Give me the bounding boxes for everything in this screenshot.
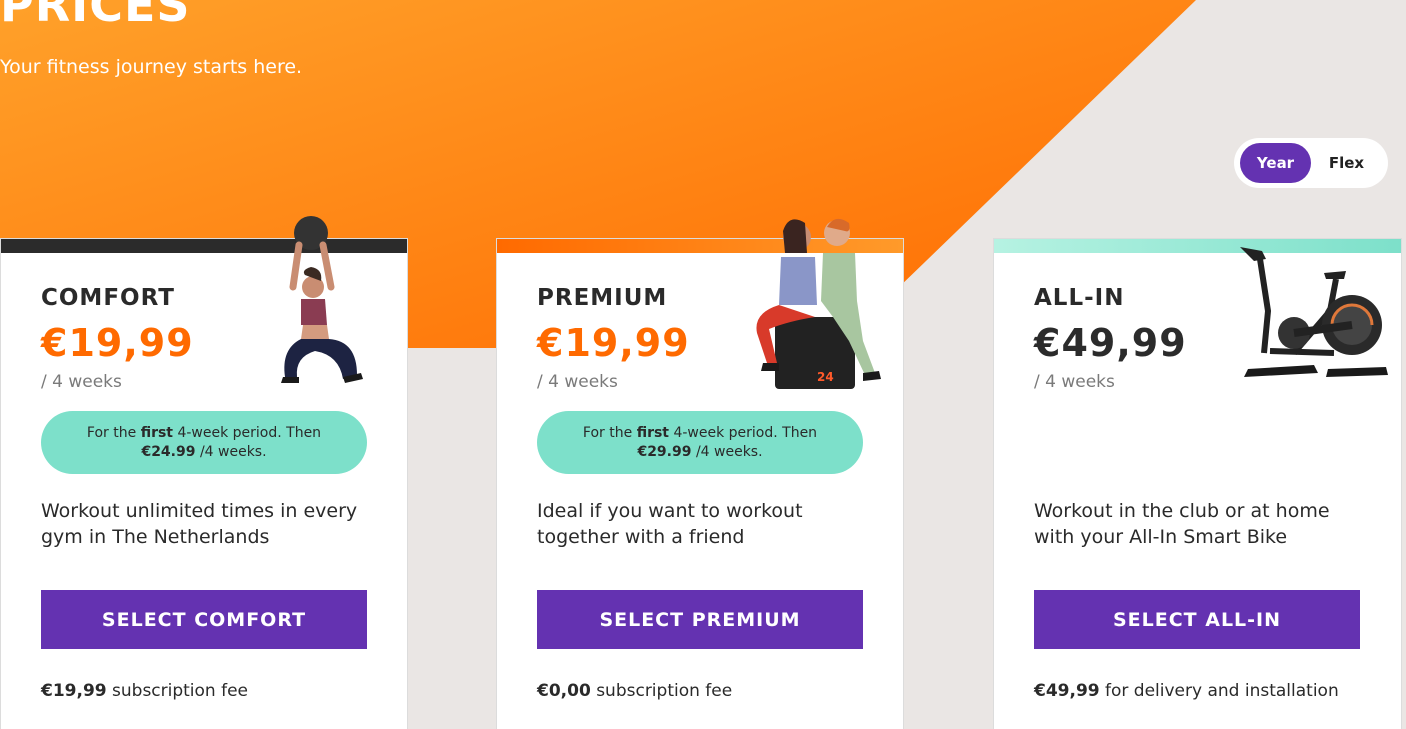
page-title: PRICES: [0, 0, 191, 32]
plan-price: €49,99: [1034, 321, 1187, 365]
plan-description: Workout unlimited times in every gym in …: [41, 500, 358, 548]
billing-toggle[interactable]: Year Flex: [1234, 138, 1388, 188]
plan-price: €19,99: [41, 321, 194, 365]
fee-amount: €0,00: [537, 681, 591, 701]
promo-badge: For the first 4-week period. Then €29.99…: [537, 411, 863, 474]
select-premium-button[interactable]: SELECT PREMIUM: [537, 590, 863, 649]
plan-name: PREMIUM: [537, 285, 668, 311]
box-label: 24: [817, 370, 834, 384]
plan-name: ALL-IN: [1034, 285, 1125, 311]
plan-fee: €0,00 subscription fee: [537, 681, 732, 701]
plan-card-all-in: ALL-IN €49,99 / 4 weeks Workout in the c…: [993, 238, 1402, 729]
plan-period: / 4 weeks: [1034, 372, 1115, 392]
fee-text: subscription fee: [596, 681, 733, 701]
promo-pre: For the: [86, 424, 137, 441]
toggle-flex[interactable]: Flex: [1311, 143, 1382, 183]
plan-fee: €49,99 for delivery and installation: [1034, 681, 1339, 701]
select-all-in-button[interactable]: SELECT ALL-IN: [1034, 590, 1360, 649]
page-subtitle: Your fitness journey starts here.: [0, 56, 303, 78]
plan-description: Ideal if you want to workout together wi…: [537, 500, 803, 548]
two-women-sitting-on-box-image: 24: [756, 218, 881, 389]
promo-bold: first: [140, 424, 173, 441]
fee-text: subscription fee: [112, 681, 249, 701]
plan-card-premium: 24 PREMIUM €19,99 / 4 weeks For the firs…: [496, 218, 904, 729]
promo-post: 4-week period. Then: [177, 424, 322, 441]
promo-bold: first: [636, 424, 669, 441]
promo-badge: For the first 4-week period. Then €24.99…: [41, 411, 367, 474]
promo-then-price: €29.99: [637, 443, 692, 460]
promo-pre: For the: [582, 424, 633, 441]
plan-description: Workout in the club or at home with your…: [1034, 500, 1330, 548]
plan-fee: €19,99 subscription fee: [41, 681, 248, 701]
smart-bike-image: [1240, 247, 1388, 377]
plan-name: COMFORT: [41, 285, 175, 311]
plan-price: €19,99: [537, 321, 690, 365]
select-comfort-button[interactable]: SELECT COMFORT: [41, 590, 367, 649]
woman-with-medicine-ball-image: [281, 216, 363, 383]
promo-then-price: €24.99: [141, 443, 196, 460]
fee-text: for delivery and installation: [1105, 681, 1339, 701]
promo-post: 4-week period. Then: [673, 424, 818, 441]
plan-card-comfort: COMFORT €19,99 / 4 weeks For the first 4…: [0, 216, 408, 729]
promo-then-suffix: /4 weeks.: [199, 443, 267, 460]
toggle-year[interactable]: Year: [1240, 143, 1311, 183]
plan-period: / 4 weeks: [537, 372, 618, 392]
promo-then-suffix: /4 weeks.: [695, 443, 763, 460]
plan-period: / 4 weeks: [41, 372, 122, 392]
fee-amount: €19,99: [41, 681, 107, 701]
fee-amount: €49,99: [1034, 681, 1100, 701]
